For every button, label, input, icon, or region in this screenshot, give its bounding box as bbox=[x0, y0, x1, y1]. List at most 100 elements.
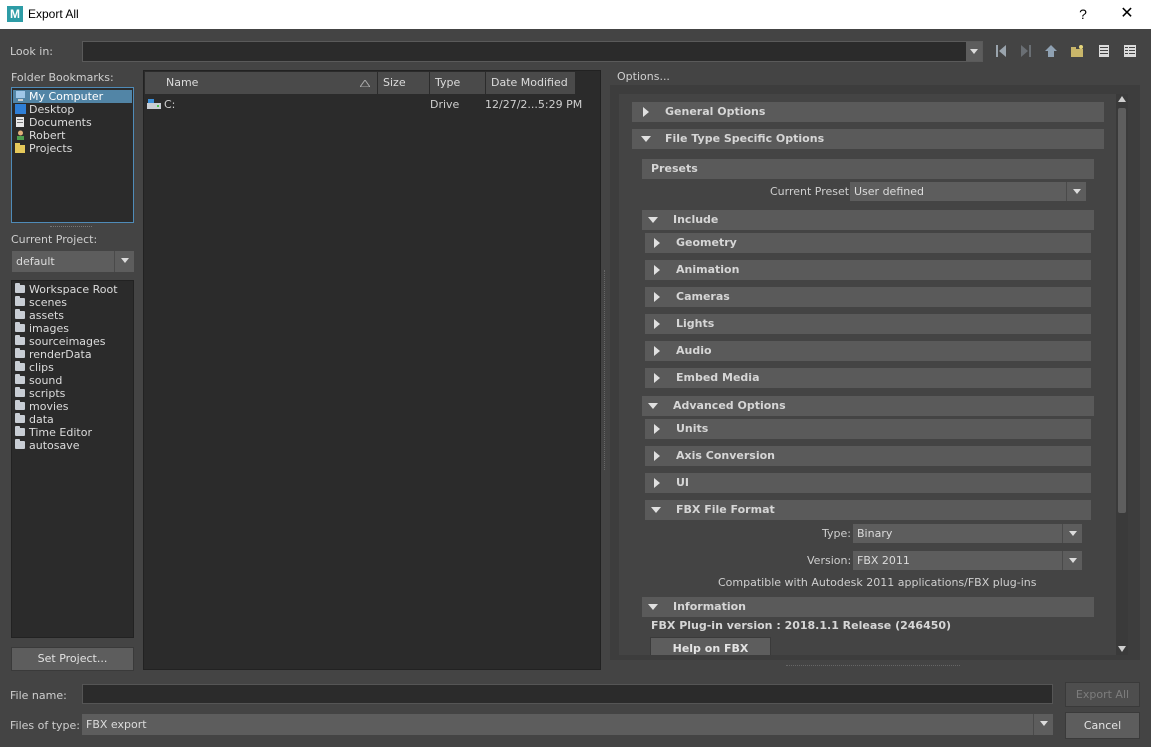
list-item[interactable]: scenes bbox=[12, 296, 133, 309]
folder-icon bbox=[15, 439, 25, 449]
chevron-down-icon bbox=[648, 403, 658, 409]
bookmark-robert[interactable]: Robert bbox=[13, 129, 132, 142]
splitter-handle[interactable] bbox=[786, 665, 960, 667]
folder-label: data bbox=[29, 413, 54, 426]
list-item[interactable]: movies bbox=[12, 400, 133, 413]
options-scrollbar[interactable] bbox=[1116, 94, 1128, 655]
chevron-right-icon bbox=[654, 292, 660, 302]
lookin-combo[interactable] bbox=[82, 41, 983, 62]
section-label: Cameras bbox=[676, 290, 730, 303]
file-name-label: File name: bbox=[10, 689, 67, 702]
column-header-name[interactable]: Name bbox=[145, 72, 378, 94]
bookmark-desktop[interactable]: Desktop bbox=[13, 103, 132, 116]
folder-icon bbox=[15, 400, 25, 410]
section-label: Embed Media bbox=[676, 371, 760, 384]
list-item[interactable]: renderData bbox=[12, 348, 133, 361]
information-header[interactable]: Information bbox=[642, 597, 1094, 617]
ui-header[interactable]: UI bbox=[645, 473, 1091, 493]
advanced-options-header[interactable]: Advanced Options bbox=[642, 396, 1094, 416]
list-item[interactable]: assets bbox=[12, 309, 133, 322]
type-label: Type: bbox=[822, 527, 851, 540]
chevron-down-icon[interactable] bbox=[966, 42, 982, 61]
cameras-header[interactable]: Cameras bbox=[645, 287, 1091, 307]
animation-header[interactable]: Animation bbox=[645, 260, 1091, 280]
files-of-type-combo[interactable]: FBX export bbox=[82, 714, 1053, 735]
list-item[interactable]: autosave bbox=[12, 439, 133, 452]
chevron-right-icon bbox=[654, 238, 660, 248]
column-header-date[interactable]: Date Modified bbox=[486, 72, 576, 94]
splitter-handle[interactable] bbox=[50, 226, 92, 228]
units-header[interactable]: Units bbox=[645, 419, 1091, 439]
chevron-down-icon[interactable] bbox=[1062, 551, 1082, 570]
bookmark-projects[interactable]: Projects bbox=[13, 142, 132, 155]
chevron-down-icon[interactable] bbox=[114, 251, 134, 272]
bookmark-documents[interactable]: Documents bbox=[13, 116, 132, 129]
list-item[interactable]: sound bbox=[12, 374, 133, 387]
section-label: Advanced Options bbox=[673, 399, 786, 412]
help-on-fbx-button[interactable]: Help on FBX bbox=[650, 637, 771, 655]
current-preset-value: User defined bbox=[854, 185, 924, 198]
folder-icon bbox=[15, 387, 25, 397]
chevron-down-icon[interactable] bbox=[1066, 182, 1086, 201]
version-combo[interactable]: FBX 2011 bbox=[853, 551, 1082, 570]
axis-conversion-header[interactable]: Axis Conversion bbox=[645, 446, 1091, 466]
compatibility-note: Compatible with Autodesk 2011 applicatio… bbox=[718, 576, 1037, 589]
projects-icon bbox=[15, 143, 25, 153]
folder-icon bbox=[15, 296, 25, 306]
project-value: default bbox=[16, 255, 55, 268]
close-button[interactable]: ✕ bbox=[1114, 3, 1140, 25]
documents-icon bbox=[16, 117, 24, 127]
file-type-options-header[interactable]: File Type Specific Options bbox=[632, 129, 1104, 149]
scroll-up-icon[interactable] bbox=[1118, 96, 1126, 102]
folder-label: clips bbox=[29, 361, 54, 374]
chevron-down-icon[interactable] bbox=[1033, 714, 1053, 735]
list-item[interactable]: scripts bbox=[12, 387, 133, 400]
detail-view-icon[interactable] bbox=[1123, 44, 1137, 58]
export-all-button[interactable]: Export All bbox=[1065, 682, 1140, 707]
project-combo[interactable]: default bbox=[12, 251, 134, 272]
embed-media-header[interactable]: Embed Media bbox=[645, 368, 1091, 388]
folder-icon bbox=[15, 348, 25, 358]
list-item[interactable]: data bbox=[12, 413, 133, 426]
set-project-button[interactable]: Set Project... bbox=[11, 647, 134, 671]
options-label: Options... bbox=[617, 70, 670, 83]
file-list: Name Size Type Date Modified C: Drive 12… bbox=[143, 70, 601, 670]
audio-header[interactable]: Audio bbox=[645, 341, 1091, 361]
general-options-header[interactable]: General Options bbox=[632, 102, 1104, 122]
folder-label: Workspace Root bbox=[29, 283, 118, 296]
bookmarks-list: My Computer Desktop Documents Robert Pro… bbox=[11, 87, 134, 223]
help-button[interactable]: ? bbox=[1071, 3, 1095, 25]
file-name: C: bbox=[164, 98, 176, 111]
parent-folder-icon[interactable] bbox=[1044, 44, 1058, 58]
current-preset-combo[interactable]: User defined bbox=[850, 182, 1086, 201]
file-name-input[interactable] bbox=[82, 684, 1053, 704]
include-header[interactable]: Include bbox=[642, 210, 1094, 230]
list-item[interactable]: sourceimages bbox=[12, 335, 133, 348]
list-item[interactable]: Time Editor bbox=[12, 426, 133, 439]
cancel-button[interactable]: Cancel bbox=[1065, 712, 1140, 739]
list-item[interactable]: images bbox=[12, 322, 133, 335]
list-view-icon[interactable] bbox=[1097, 44, 1111, 58]
window-title: Export All bbox=[28, 7, 79, 21]
back-icon[interactable] bbox=[994, 44, 1008, 58]
column-header-size[interactable]: Size bbox=[378, 72, 430, 94]
folder-label: scenes bbox=[29, 296, 68, 309]
column-header-type[interactable]: Type bbox=[430, 72, 486, 94]
folder-icon bbox=[15, 361, 25, 371]
scroll-down-icon[interactable] bbox=[1118, 646, 1126, 652]
sort-ascending-icon bbox=[360, 80, 370, 87]
list-item[interactable]: clips bbox=[12, 361, 133, 374]
geometry-header[interactable]: Geometry bbox=[645, 233, 1091, 253]
list-item[interactable]: Workspace Root bbox=[12, 283, 133, 296]
bookmark-my-computer[interactable]: My Computer bbox=[13, 90, 132, 103]
forward-icon[interactable] bbox=[1019, 44, 1033, 58]
scroll-thumb[interactable] bbox=[1118, 108, 1126, 513]
splitter-handle[interactable] bbox=[604, 270, 606, 470]
fbx-file-format-header[interactable]: FBX File Format bbox=[645, 500, 1091, 520]
chevron-down-icon[interactable] bbox=[1062, 524, 1082, 543]
new-folder-icon[interactable] bbox=[1070, 44, 1084, 58]
section-label: Geometry bbox=[676, 236, 737, 249]
lights-header[interactable]: Lights bbox=[645, 314, 1091, 334]
type-combo[interactable]: Binary bbox=[853, 524, 1082, 543]
section-label: Lights bbox=[676, 317, 715, 330]
